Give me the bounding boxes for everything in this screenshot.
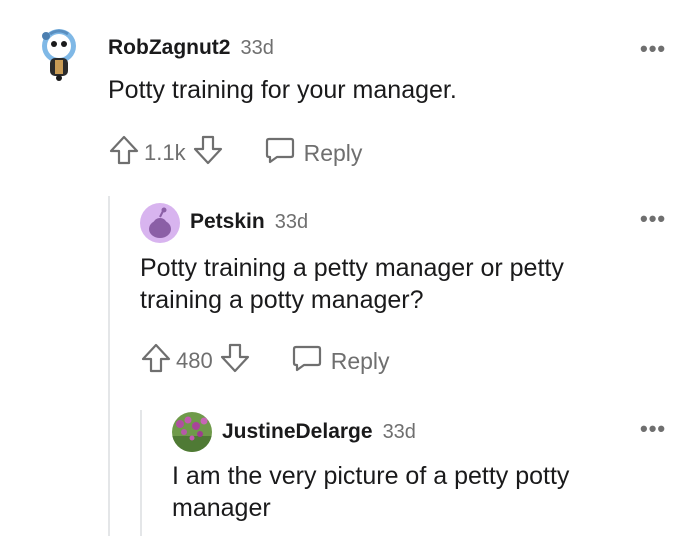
username[interactable]: Petskin bbox=[190, 210, 265, 234]
timestamp[interactable]: 33d bbox=[240, 37, 273, 60]
comment-bubble-icon bbox=[264, 135, 296, 171]
avatar[interactable] bbox=[172, 412, 212, 452]
thread-line[interactable] bbox=[108, 196, 110, 536]
thread-line[interactable] bbox=[140, 410, 142, 536]
upvote-icon[interactable] bbox=[140, 342, 172, 380]
more-options-button[interactable]: ••• bbox=[640, 206, 666, 232]
reply-label: Reply bbox=[303, 139, 363, 166]
comment-header: JustineDelarge 33d bbox=[222, 420, 416, 444]
more-options-button[interactable]: ••• bbox=[640, 36, 666, 62]
comment-bubble-icon bbox=[291, 343, 323, 379]
comment-text: Potty training a petty manager or petty … bbox=[140, 254, 564, 314]
vote-count: 1.1k bbox=[144, 140, 186, 165]
avatar[interactable] bbox=[140, 203, 180, 243]
comment-actions: 1.1k Reply bbox=[108, 134, 362, 172]
comment-actions: 480 Reply bbox=[140, 342, 390, 380]
reply-button[interactable]: Reply bbox=[264, 135, 363, 171]
comment-text: Potty training for your manager. bbox=[108, 76, 457, 104]
comment-header: Petskin 33d bbox=[190, 210, 308, 234]
timestamp[interactable]: 33d bbox=[383, 421, 416, 444]
reply-label: Reply bbox=[330, 347, 390, 374]
vote-count: 480 bbox=[176, 348, 213, 373]
snoo-avatar-icon bbox=[42, 29, 76, 81]
reply-button[interactable]: Reply bbox=[291, 343, 390, 379]
upvote-icon[interactable] bbox=[108, 134, 140, 172]
comment-text: I am the very picture of a petty potty m… bbox=[172, 462, 570, 522]
timestamp[interactable]: 33d bbox=[275, 211, 308, 234]
comment-header: RobZagnut2 33d bbox=[108, 36, 274, 60]
username[interactable]: JustineDelarge bbox=[222, 420, 373, 444]
username[interactable]: RobZagnut2 bbox=[108, 36, 230, 60]
downvote-icon[interactable] bbox=[219, 342, 251, 380]
flower-photo-avatar-icon bbox=[172, 412, 212, 452]
downvote-icon[interactable] bbox=[192, 134, 224, 172]
avatar[interactable] bbox=[36, 26, 82, 82]
more-options-button[interactable]: ••• bbox=[640, 416, 666, 442]
default-avatar-icon bbox=[140, 203, 180, 243]
